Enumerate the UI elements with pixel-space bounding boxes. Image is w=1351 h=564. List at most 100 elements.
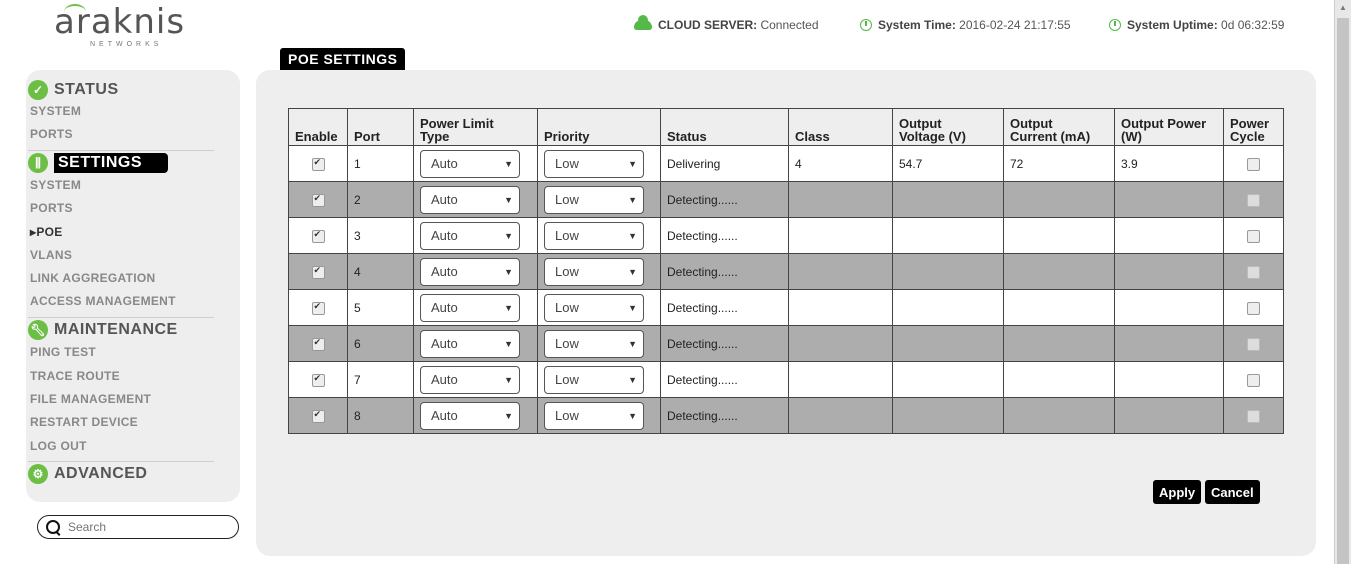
power-limit-value: Auto [431, 228, 458, 243]
power-limit-value: Auto [431, 156, 458, 171]
sidebar-item-trace-route[interactable]: TRACE ROUTE [30, 369, 120, 383]
search-box[interactable] [37, 515, 239, 539]
system-time-label: System Time: [878, 18, 956, 32]
dropdown-caret-icon: ▼ [628, 410, 637, 421]
table-row: 4 Auto ▼ Low ▼ Detecting...... [288, 253, 1284, 290]
power-cycle-checkbox[interactable] [1247, 409, 1260, 423]
sidebar-item-link-aggregation[interactable]: LINK AGGREGATION [30, 271, 155, 285]
enable-cell [288, 361, 348, 398]
sidebar-item-status-ports[interactable]: PORTS [30, 127, 73, 141]
output-current-cell [1003, 181, 1115, 218]
power-cycle-checkbox[interactable] [1247, 193, 1260, 207]
enable-checkbox[interactable] [311, 373, 325, 387]
priority-select[interactable]: Low ▼ [544, 221, 644, 250]
araknis-logo[interactable]: araknis NETWORKS [54, 4, 214, 50]
power-cycle-checkbox[interactable] [1247, 265, 1260, 279]
power-cycle-checkbox[interactable] [1247, 157, 1260, 171]
power-limit-select[interactable]: Auto ▼ [420, 149, 520, 178]
sidebar-section-settings[interactable]: ⫼ SETTINGS [28, 153, 169, 173]
priority-select[interactable]: Low ▼ [544, 149, 644, 178]
sidebar-section-status[interactable]: ✓ STATUS [28, 80, 119, 100]
col-output-power: Output Power (W) [1114, 108, 1224, 146]
priority-select[interactable]: Low ▼ [544, 365, 644, 394]
power-limit-select[interactable]: Auto ▼ [420, 401, 520, 430]
class-cell [788, 253, 893, 290]
output-current-cell [1003, 397, 1115, 434]
output-current-cell [1003, 217, 1115, 254]
power-cycle-checkbox[interactable] [1247, 337, 1260, 351]
cloud-icon [634, 15, 652, 30]
class-cell: 4 [788, 145, 893, 182]
sidebar-item-restart-device[interactable]: RESTART DEVICE [30, 415, 138, 429]
scrollbar-thumb[interactable] [1337, 18, 1349, 564]
dropdown-caret-icon: ▼ [504, 410, 513, 421]
power-cycle-checkbox[interactable] [1247, 229, 1260, 243]
scroll-up-icon[interactable]: ▲ [1339, 3, 1347, 12]
power-cycle-checkbox[interactable] [1247, 373, 1260, 387]
dropdown-caret-icon: ▼ [504, 374, 513, 385]
enable-checkbox[interactable] [311, 337, 325, 351]
col-header-line: Voltage (V) [899, 129, 966, 144]
search-input[interactable] [66, 519, 230, 535]
search-icon[interactable] [46, 520, 60, 534]
enable-checkbox[interactable] [311, 193, 325, 207]
sidebar-item-vlans[interactable]: VLANS [30, 248, 72, 262]
priority-select[interactable]: Low ▼ [544, 329, 644, 358]
sidebar-section-maintenance[interactable]: 🔧︎ MAINTENANCE [28, 320, 178, 340]
enable-checkbox[interactable] [311, 265, 325, 279]
power-cycle-cell [1223, 325, 1284, 362]
priority-select[interactable]: Low ▼ [544, 401, 644, 430]
col-status: Status [660, 108, 789, 146]
output-power-cell [1114, 217, 1224, 254]
priority-value: Low [555, 372, 579, 387]
power-limit-select[interactable]: Auto ▼ [420, 293, 520, 322]
power-limit-select[interactable]: Auto ▼ [420, 221, 520, 250]
priority-value: Low [555, 192, 579, 207]
output-power-cell [1114, 253, 1224, 290]
power-cycle-checkbox[interactable] [1247, 301, 1260, 315]
enable-checkbox[interactable] [311, 301, 325, 315]
power-limit-select[interactable]: Auto ▼ [420, 185, 520, 214]
output-current-cell [1003, 325, 1115, 362]
apply-button[interactable]: Apply [1153, 480, 1202, 504]
priority-select[interactable]: Low ▼ [544, 293, 644, 322]
cancel-button[interactable]: Cancel [1205, 480, 1260, 504]
power-cycle-cell [1223, 253, 1284, 290]
sidebar-item-ping-test[interactable]: PING TEST [30, 345, 96, 359]
dropdown-caret-icon: ▼ [628, 302, 637, 313]
dropdown-caret-icon: ▼ [628, 230, 637, 241]
system-uptime-value: 0d 06:32:59 [1221, 18, 1285, 32]
sidebar-item-access-management[interactable]: ACCESS MANAGEMENT [30, 294, 176, 308]
vertical-scrollbar[interactable]: ▲ [1334, 0, 1351, 564]
sidebar-item-settings-ports[interactable]: PORTS [30, 201, 73, 215]
enable-cell [288, 289, 348, 326]
enable-checkbox[interactable] [311, 229, 325, 243]
page-title: POE SETTINGS [280, 48, 406, 70]
enable-cell [288, 397, 348, 434]
priority-select[interactable]: Low ▼ [544, 257, 644, 286]
power-limit-cell: Auto ▼ [413, 145, 538, 182]
sidebar-item-log-out[interactable]: LOG OUT [30, 439, 87, 453]
power-limit-cell: Auto ▼ [413, 253, 538, 290]
enable-checkbox[interactable] [311, 157, 325, 171]
output-voltage-cell [892, 181, 1004, 218]
dropdown-caret-icon: ▼ [628, 194, 637, 205]
priority-value: Low [555, 264, 579, 279]
status-cell: Detecting...... [660, 289, 789, 326]
sidebar-section-label: MAINTENANCE [54, 321, 178, 338]
power-limit-select[interactable]: Auto ▼ [420, 257, 520, 286]
sidebar-divider [28, 317, 214, 318]
sidebar-item-poe[interactable]: ▸POE [30, 225, 63, 239]
power-cycle-cell [1223, 181, 1284, 218]
power-limit-select[interactable]: Auto ▼ [420, 365, 520, 394]
sidebar-section-advanced[interactable]: ⚙ ADVANCED [28, 464, 147, 484]
power-limit-select[interactable]: Auto ▼ [420, 329, 520, 358]
enable-checkbox[interactable] [311, 409, 325, 423]
sidebar-item-settings-system[interactable]: SYSTEM [30, 178, 81, 192]
power-cycle-cell [1223, 289, 1284, 326]
sidebar-item-file-management[interactable]: FILE MANAGEMENT [30, 392, 151, 406]
system-uptime: System Uptime: 0d 06:32:59 [1109, 18, 1284, 32]
dropdown-caret-icon: ▼ [504, 158, 513, 169]
priority-select[interactable]: Low ▼ [544, 185, 644, 214]
sidebar-item-status-system[interactable]: SYSTEM [30, 104, 81, 118]
